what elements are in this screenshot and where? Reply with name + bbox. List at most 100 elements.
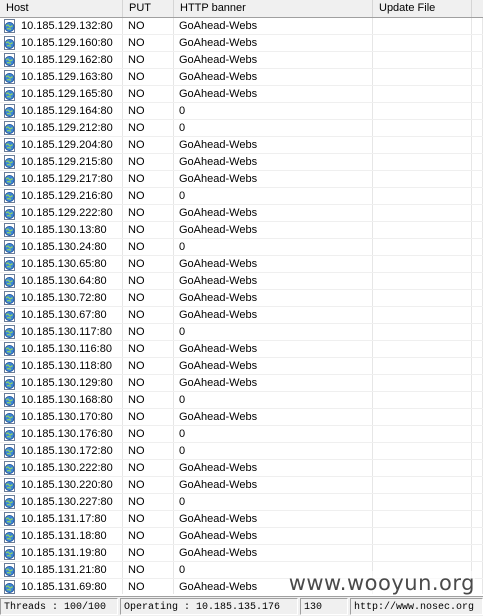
host-text: 10.185.130.168:80	[21, 394, 113, 406]
banner-cell: GoAhead-Webs	[174, 154, 373, 170]
banner-cell: GoAhead-Webs	[174, 273, 373, 289]
list-header: Host PUT HTTP banner Update File	[0, 0, 483, 18]
table-row[interactable]: 10.185.130.220:80 NO GoAhead-Webs	[0, 477, 483, 494]
banner-cell: 0	[174, 188, 373, 204]
table-row[interactable]: 10.185.130.172:80 NO 0	[0, 443, 483, 460]
column-header-banner[interactable]: HTTP banner	[174, 0, 373, 17]
put-cell: NO	[123, 324, 174, 340]
table-row[interactable]: 10.185.130.67:80 NO GoAhead-Webs	[0, 307, 483, 324]
table-row[interactable]: 10.185.130.64:80 NO GoAhead-Webs	[0, 273, 483, 290]
row-filler	[472, 307, 483, 323]
host-cell: 10.185.131.21:80	[0, 562, 123, 578]
column-header-put[interactable]: PUT	[123, 0, 174, 17]
host-text: 10.185.130.222:80	[21, 462, 113, 474]
host-cell: 10.185.131.19:80	[0, 545, 123, 561]
host-text: 10.185.130.67:80	[21, 309, 107, 321]
update-file-cell	[373, 256, 472, 272]
table-row[interactable]: 10.185.129.216:80 NO 0	[0, 188, 483, 205]
table-row[interactable]: 10.185.131.19:80 NO GoAhead-Webs	[0, 545, 483, 562]
table-row[interactable]: 10.185.130.117:80 NO 0	[0, 324, 483, 341]
table-row[interactable]: 10.185.130.13:80 NO GoAhead-Webs	[0, 222, 483, 239]
row-filler	[472, 358, 483, 374]
host-cell: 10.185.129.165:80	[0, 86, 123, 102]
put-cell: NO	[123, 120, 174, 136]
table-row[interactable]: 10.185.129.215:80 NO GoAhead-Webs	[0, 154, 483, 171]
put-cell: NO	[123, 358, 174, 374]
host-cell: 10.185.130.67:80	[0, 307, 123, 323]
table-row[interactable]: 10.185.129.132:80 NO GoAhead-Webs	[0, 18, 483, 35]
table-row[interactable]: 10.185.129.222:80 NO GoAhead-Webs	[0, 205, 483, 222]
table-row[interactable]: 10.185.131.17:80 NO GoAhead-Webs	[0, 511, 483, 528]
host-text: 10.185.130.220:80	[21, 479, 113, 491]
row-filler	[472, 86, 483, 102]
row-filler	[472, 443, 483, 459]
host-text: 10.185.130.65:80	[21, 258, 107, 270]
table-row[interactable]: 10.185.129.217:80 NO GoAhead-Webs	[0, 171, 483, 188]
table-row[interactable]: 10.185.129.164:80 NO 0	[0, 103, 483, 120]
banner-cell: GoAhead-Webs	[174, 358, 373, 374]
host-cell: 10.185.130.65:80	[0, 256, 123, 272]
row-filler	[472, 426, 483, 442]
host-list[interactable]: 10.185.129.132:80 NO GoAhead-Webs 10.185.12…	[0, 18, 483, 594]
banner-cell: GoAhead-Webs	[174, 290, 373, 306]
host-cell: 10.185.129.160:80	[0, 35, 123, 51]
table-row[interactable]: 10.185.129.212:80 NO 0	[0, 120, 483, 137]
table-row[interactable]: 10.185.129.204:80 NO GoAhead-Webs	[0, 137, 483, 154]
host-cell: 10.185.130.129:80	[0, 375, 123, 391]
table-row[interactable]: 10.185.130.24:80 NO 0	[0, 239, 483, 256]
host-text: 10.185.130.116:80	[21, 343, 112, 355]
column-header-host[interactable]: Host	[0, 0, 123, 17]
globe-page-icon	[3, 308, 17, 322]
host-text: 10.185.131.21:80	[21, 564, 107, 576]
update-file-cell	[373, 86, 472, 102]
host-cell: 10.185.129.215:80	[0, 154, 123, 170]
host-cell: 10.185.129.204:80	[0, 137, 123, 153]
banner-cell: GoAhead-Webs	[174, 86, 373, 102]
table-row[interactable]: 10.185.129.160:80 NO GoAhead-Webs	[0, 35, 483, 52]
table-row[interactable]: 10.185.130.129:80 NO GoAhead-Webs	[0, 375, 483, 392]
table-row[interactable]: 10.185.130.227:80 NO 0	[0, 494, 483, 511]
put-cell: NO	[123, 18, 174, 34]
banner-cell: GoAhead-Webs	[174, 69, 373, 85]
row-filler	[472, 137, 483, 153]
table-row[interactable]: 10.185.130.222:80 NO GoAhead-Webs	[0, 460, 483, 477]
globe-page-icon	[3, 53, 17, 67]
put-cell: NO	[123, 205, 174, 221]
column-header-update-file[interactable]: Update File	[373, 0, 472, 17]
host-text: 10.185.130.118:80	[21, 360, 112, 372]
table-row[interactable]: 10.185.129.162:80 NO GoAhead-Webs	[0, 52, 483, 69]
globe-page-icon	[3, 444, 17, 458]
host-text: 10.185.129.216:80	[21, 190, 113, 202]
host-cell: 10.185.129.163:80	[0, 69, 123, 85]
table-row[interactable]: 10.185.130.116:80 NO GoAhead-Webs	[0, 341, 483, 358]
table-row[interactable]: 10.185.130.168:80 NO 0	[0, 392, 483, 409]
host-text: 10.185.130.176:80	[21, 428, 113, 440]
table-row[interactable]: 10.185.130.65:80 NO GoAhead-Webs	[0, 256, 483, 273]
host-cell: 10.185.130.118:80	[0, 358, 123, 374]
host-text: 10.185.130.72:80	[21, 292, 107, 304]
table-row[interactable]: 10.185.129.165:80 NO GoAhead-Webs	[0, 86, 483, 103]
banner-cell: GoAhead-Webs	[174, 528, 373, 544]
globe-page-icon	[3, 138, 17, 152]
table-row[interactable]: 10.185.131.18:80 NO GoAhead-Webs	[0, 528, 483, 545]
globe-page-icon	[3, 529, 17, 543]
table-row[interactable]: 10.185.130.118:80 NO GoAhead-Webs	[0, 358, 483, 375]
host-cell: 10.185.130.13:80	[0, 222, 123, 238]
globe-page-icon	[3, 563, 17, 577]
globe-page-icon	[3, 291, 17, 305]
globe-page-icon	[3, 155, 17, 169]
update-file-cell	[373, 205, 472, 221]
table-row[interactable]: 10.185.129.163:80 NO GoAhead-Webs	[0, 69, 483, 86]
status-operating: Operating : 10.185.135.176	[120, 598, 298, 615]
globe-page-icon	[3, 359, 17, 373]
table-row[interactable]: 10.185.130.170:80 NO GoAhead-Webs	[0, 409, 483, 426]
put-cell: NO	[123, 477, 174, 493]
put-cell: NO	[123, 409, 174, 425]
host-cell: 10.185.130.220:80	[0, 477, 123, 493]
row-filler	[472, 409, 483, 425]
globe-page-icon	[3, 410, 17, 424]
row-filler	[472, 222, 483, 238]
put-cell: NO	[123, 137, 174, 153]
table-row[interactable]: 10.185.130.176:80 NO 0	[0, 426, 483, 443]
table-row[interactable]: 10.185.130.72:80 NO GoAhead-Webs	[0, 290, 483, 307]
